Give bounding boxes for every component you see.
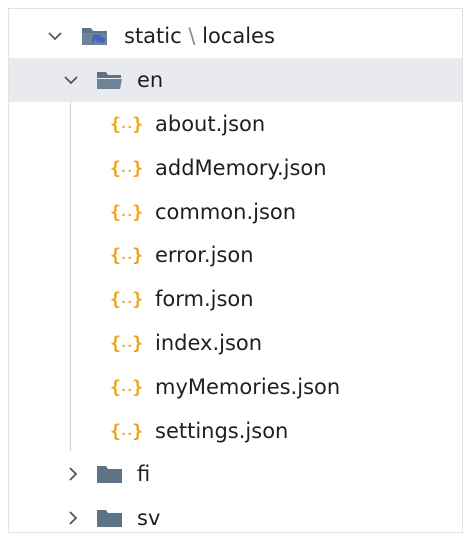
json-file-icon: {..}: [110, 421, 143, 442]
json-file-icon: {..}: [110, 289, 143, 310]
file-label: form.json: [155, 287, 254, 311]
tree-node-fi[interactable]: fi: [9, 452, 462, 496]
tree-file-mymemories-json[interactable]: {..} myMemories.json: [9, 365, 462, 409]
tree-file-addmemory-json[interactable]: {..} addMemory.json: [9, 146, 462, 190]
file-label: about.json: [155, 112, 266, 136]
path-segment-static: static: [124, 24, 182, 48]
tree-node-label: en: [137, 68, 164, 92]
file-label: index.json: [155, 331, 263, 355]
file-label: common.json: [155, 200, 297, 224]
chevron-down-icon[interactable]: [46, 14, 68, 58]
path-separator: \: [188, 24, 196, 48]
path-segment-locales: locales: [202, 24, 275, 48]
tree-file-settings-json[interactable]: {..} settings.json: [9, 409, 462, 453]
tree-file-form-json[interactable]: {..} form.json: [9, 277, 462, 321]
tree-node-static-locales[interactable]: static \ locales: [9, 14, 462, 58]
json-file-icon: {..}: [110, 114, 143, 135]
tree-node-sv[interactable]: sv: [9, 496, 462, 540]
file-label: settings.json: [155, 419, 289, 443]
tree-node-label: fi: [137, 462, 151, 486]
tree-file-about-json[interactable]: {..} about.json: [9, 102, 462, 146]
file-label: myMemories.json: [155, 375, 341, 399]
folder-icon: [96, 507, 122, 529]
folder-web-icon: [81, 25, 107, 47]
json-file-icon: {..}: [110, 202, 143, 223]
tree-node-label: static \ locales: [124, 14, 275, 58]
json-file-icon: {..}: [110, 377, 143, 398]
chevron-right-icon[interactable]: [64, 496, 86, 540]
file-label: addMemory.json: [155, 156, 327, 180]
tree-file-common-json[interactable]: {..} common.json: [9, 190, 462, 234]
chevron-right-icon[interactable]: [64, 452, 86, 496]
tree-file-error-json[interactable]: {..} error.json: [9, 233, 462, 277]
folder-icon: [96, 463, 122, 485]
file-label: error.json: [155, 243, 254, 267]
tree-node-label: sv: [137, 506, 161, 530]
project-tree-panel: static \ locales en {..} about.json {..}…: [0, 0, 471, 541]
folder-open-icon: [96, 69, 122, 91]
json-file-icon: {..}: [110, 333, 143, 354]
json-file-icon: {..}: [110, 245, 143, 266]
json-file-icon: {..}: [110, 158, 143, 179]
tree-node-en[interactable]: en: [9, 58, 462, 102]
chevron-down-icon[interactable]: [62, 58, 84, 102]
tree-file-index-json[interactable]: {..} index.json: [9, 321, 462, 365]
